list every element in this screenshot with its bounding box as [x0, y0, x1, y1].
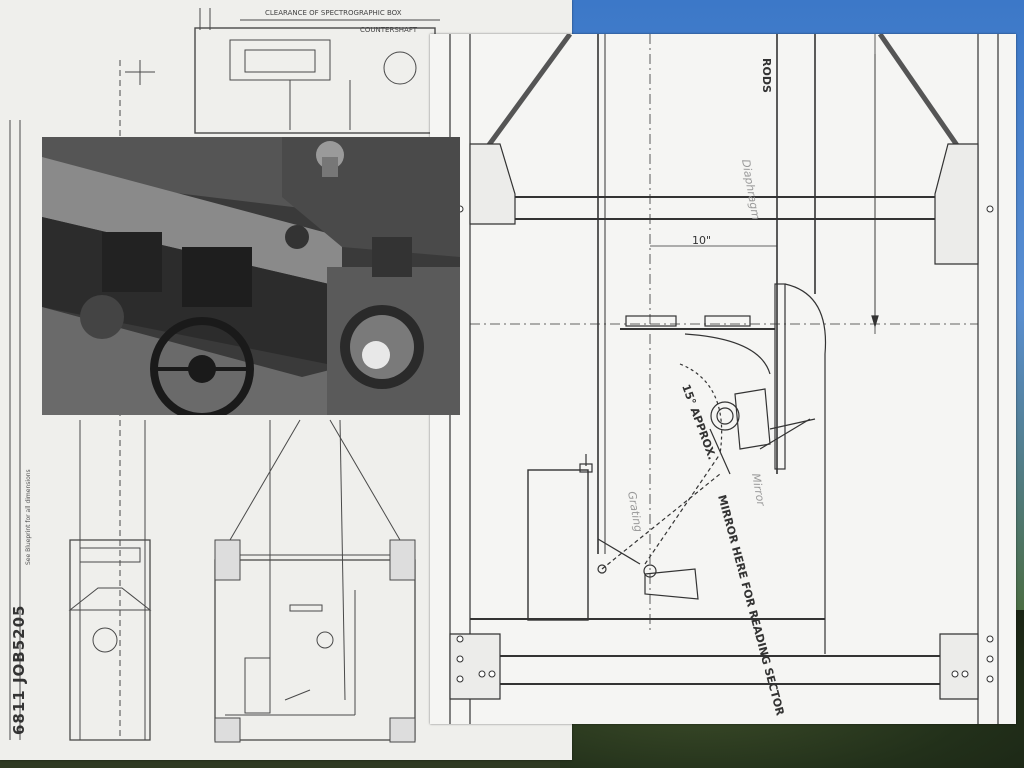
rods-label: RODS — [760, 58, 773, 93]
back-side-note: See Blueprint for all dimensions — [25, 469, 32, 565]
composite-slide: CLEARANCE OF SPECTROGRAPHIC BOX COUNTERS… — [0, 0, 1024, 768]
back-countershaft-label: COUNTERSHAFT — [360, 26, 418, 34]
back-top-title: CLEARANCE OF SPECTROGRAPHIC BOX — [265, 9, 402, 17]
grating-handwritten-label: Grating — [625, 490, 645, 533]
title-block-id: 6811 JOB5205 — [10, 605, 28, 735]
mirror-handwritten-label: Mirror — [749, 472, 768, 508]
dimension-10-label: 10" — [692, 234, 711, 247]
front-blueprint-sheet: RODS 10" 15° APPROX. MIRROR HERE FOR REA… — [430, 32, 1016, 724]
mechanism-photo-image — [42, 137, 460, 415]
front-blueprint-drawing: RODS 10" 15° APPROX. MIRROR HERE FOR REA… — [449, 32, 999, 724]
diaphragm-handwritten-label: Diaphragm — [739, 158, 762, 221]
mechanism-photograph — [42, 137, 460, 415]
